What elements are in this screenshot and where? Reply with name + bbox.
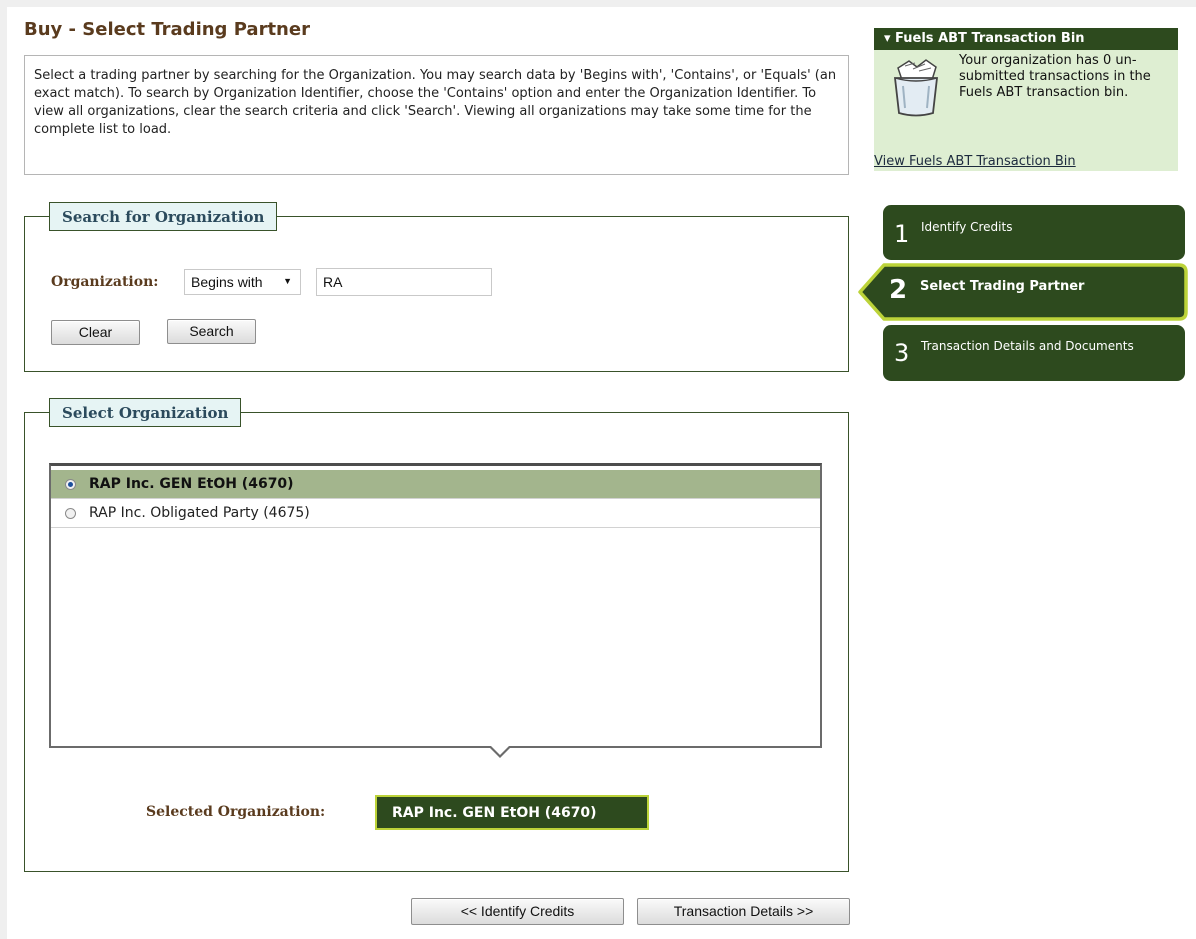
window-frame-left bbox=[0, 0, 7, 939]
view-transaction-bin-link[interactable]: View Fuels ABT Transaction Bin bbox=[874, 154, 1076, 169]
list-item-label: RAP Inc. Obligated Party (4675) bbox=[89, 505, 310, 521]
step-label: Transaction Details and Documents bbox=[921, 339, 1134, 353]
step-label: Identify Credits bbox=[921, 220, 1013, 234]
selected-organization-label: Selected Organization: bbox=[146, 804, 326, 820]
page-title: Buy - Select Trading Partner bbox=[24, 19, 310, 40]
organization-listbox[interactable]: RAP Inc. GEN EtOH (4670) RAP Inc. Obliga… bbox=[49, 463, 822, 748]
step-label: Select Trading Partner bbox=[920, 279, 1085, 294]
step-number: 2 bbox=[889, 275, 908, 305]
transaction-bin-message: Your organization has 0 un-submitted tra… bbox=[959, 53, 1151, 100]
pointer-notch-inner bbox=[491, 746, 509, 755]
match-mode-value: Begins with bbox=[191, 274, 263, 290]
step-identify-credits[interactable]: 1 Identify Credits bbox=[883, 205, 1185, 260]
chevron-down-icon: ▼ bbox=[283, 276, 292, 286]
step-number: 1 bbox=[894, 220, 910, 248]
previous-step-button[interactable]: << Identify Credits bbox=[411, 898, 624, 925]
list-item[interactable]: RAP Inc. GEN EtOH (4670) bbox=[51, 470, 820, 499]
select-panel-legend: Select Organization bbox=[49, 398, 242, 427]
step-transaction-details[interactable]: 3 Transaction Details and Documents bbox=[883, 325, 1185, 381]
instructions-box: Select a trading partner by searching fo… bbox=[24, 55, 849, 175]
transaction-bin-panel: ▾ Fuels ABT Transaction Bin Your organiz… bbox=[874, 28, 1178, 171]
list-item[interactable]: RAP Inc. Obligated Party (4675) bbox=[51, 499, 820, 528]
next-step-button[interactable]: Transaction Details >> bbox=[637, 898, 850, 925]
selected-organization-value: RAP Inc. GEN EtOH (4670) bbox=[375, 795, 649, 830]
match-mode-select[interactable]: Begins with ▼ bbox=[184, 269, 301, 295]
step-number: 3 bbox=[894, 339, 910, 367]
clear-button[interactable]: Clear bbox=[51, 320, 140, 345]
document-bin-icon bbox=[893, 59, 939, 117]
search-panel-legend: Search for Organization bbox=[49, 202, 278, 231]
list-item-label: RAP Inc. GEN EtOH (4670) bbox=[89, 476, 294, 492]
transaction-bin-header[interactable]: ▾ Fuels ABT Transaction Bin bbox=[874, 28, 1178, 50]
radio-unselected-icon[interactable] bbox=[65, 508, 76, 519]
search-button[interactable]: Search bbox=[167, 319, 256, 344]
radio-selected-icon[interactable] bbox=[65, 479, 76, 490]
window-frame-top bbox=[0, 0, 1196, 7]
organization-search-input[interactable]: RA bbox=[316, 268, 492, 296]
organization-label: Organization: bbox=[51, 274, 159, 290]
